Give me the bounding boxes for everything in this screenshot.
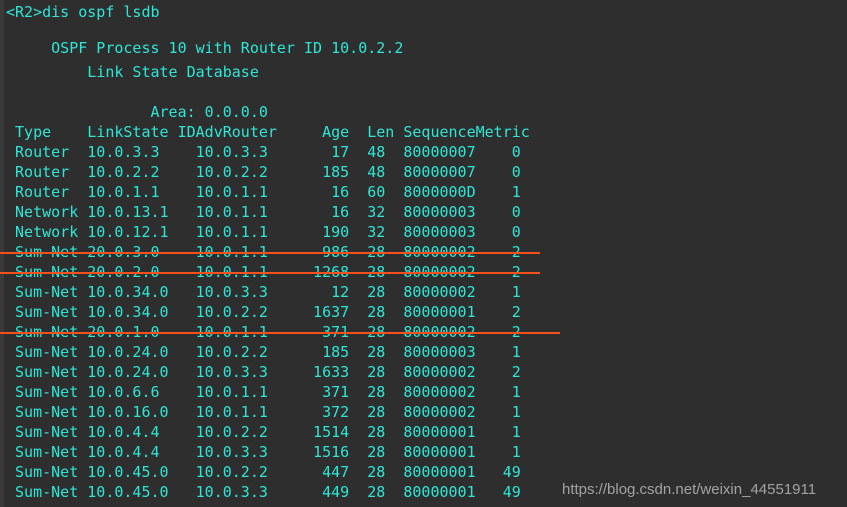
ospf-process-title: OSPF Process 10 with Router ID 10.0.2.2	[6, 39, 404, 57]
command-prompt-line: <R2>dis ospf lsdb	[6, 3, 160, 21]
lsdb-row: Sum-Net 10.0.6.6 10.0.1.1 371 28 8000000…	[6, 383, 521, 401]
lsdb-row: Sum-Net 10.0.45.0 10.0.2.2 447 28 800000…	[6, 463, 521, 481]
lsdb-row: Router 10.0.1.1 10.0.1.1 16 60 8000000D …	[6, 183, 521, 201]
rule-below-20-0-2-0	[0, 272, 540, 274]
watermark-text: https://blog.csdn.net/weixin_44551911	[562, 481, 817, 498]
lsdb-row: Router 10.0.2.2 10.0.2.2 185 48 80000007…	[6, 163, 521, 181]
lsdb-row: Sum-Net 10.0.24.0 10.0.2.2 185 28 800000…	[6, 343, 521, 361]
link-state-database-title: Link State Database	[6, 63, 259, 81]
lsdb-row: Network 10.0.13.1 10.0.1.1 16 32 8000000…	[6, 203, 521, 221]
lsdb-row: Sum-Net 10.0.34.0 10.0.2.2 1637 28 80000…	[6, 303, 521, 321]
table-column-header: Type LinkState IDAdvRouter Age Len Seque…	[6, 123, 530, 141]
lsdb-row: Network 10.0.12.1 10.0.1.1 190 32 800000…	[6, 223, 521, 241]
lsdb-row: Sum-Net 10.0.34.0 10.0.3.3 12 28 8000000…	[6, 283, 521, 301]
terminal-window: <R2>dis ospf lsdb OSPF Process 10 with R…	[0, 0, 847, 507]
lsdb-row: Router 10.0.3.3 10.0.3.3 17 48 80000007 …	[6, 143, 521, 161]
lsdb-row: Sum-Net 10.0.4.4 10.0.3.3 1516 28 800000…	[6, 443, 521, 461]
lsdb-row: Sum-Net 10.0.4.4 10.0.2.2 1514 28 800000…	[6, 423, 521, 441]
lsdb-row: Sum-Net 10.0.45.0 10.0.3.3 449 28 800000…	[6, 483, 521, 501]
rule-below-20-0-1-0	[0, 332, 560, 334]
lsdb-row: Sum-Net 10.0.24.0 10.0.3.3 1633 28 80000…	[6, 363, 521, 381]
lsdb-row: Sum-Net 10.0.16.0 10.0.1.1 372 28 800000…	[6, 403, 521, 421]
rule-above-20-0-2-0	[0, 252, 540, 254]
area-label: Area: 0.0.0.0	[6, 103, 268, 121]
